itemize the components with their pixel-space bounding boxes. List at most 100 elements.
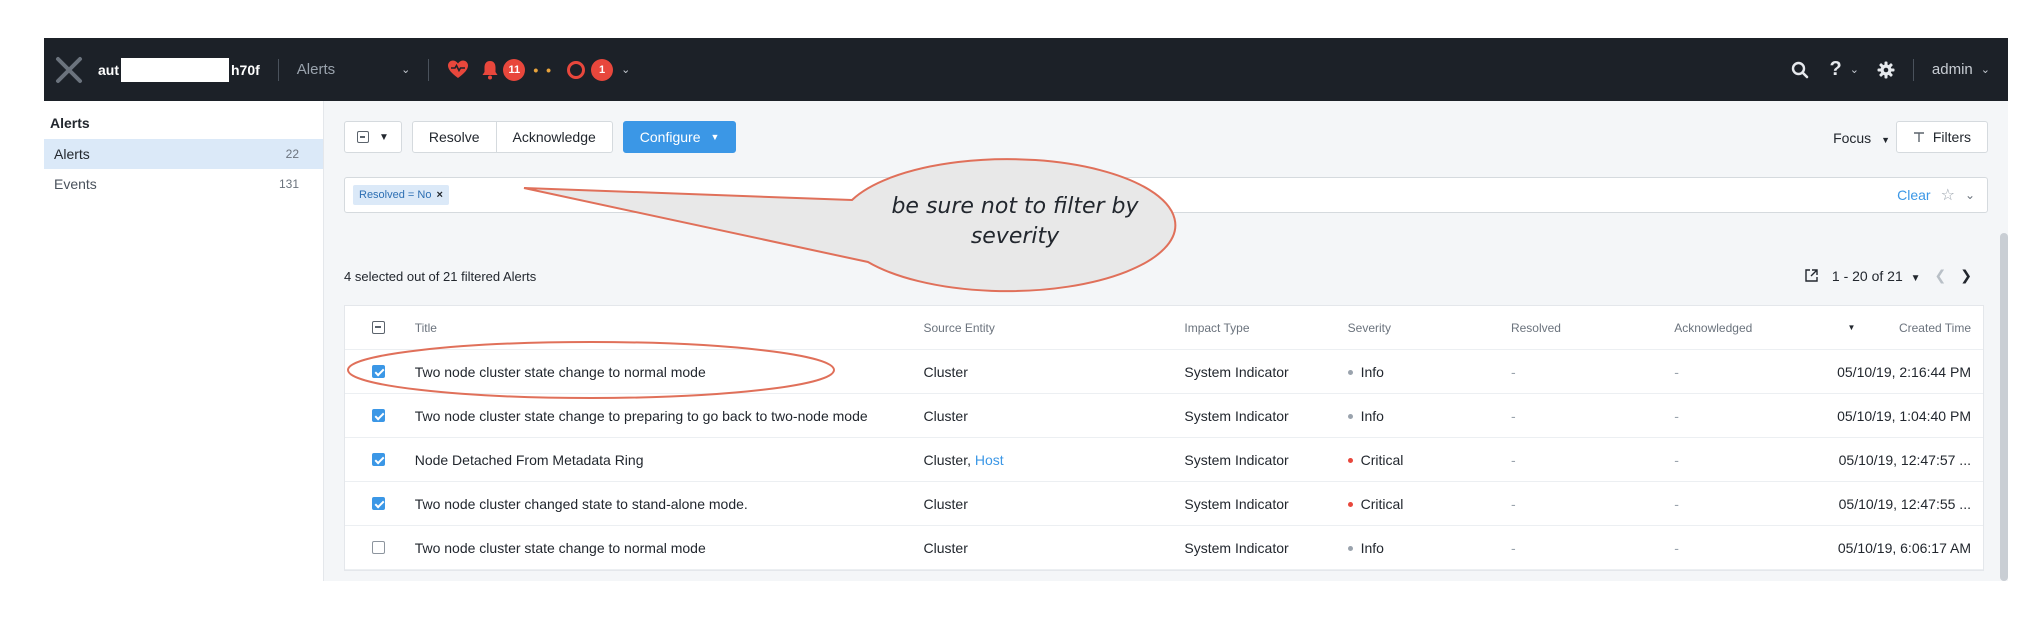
clear-link[interactable]: Clear: [1897, 187, 1930, 203]
cluster-name[interactable]: aut h70f: [98, 57, 260, 82]
focus-label: Focus: [1833, 130, 1872, 146]
sidebar-item-events[interactable]: Events 131: [44, 169, 323, 199]
page-range-dropdown[interactable]: 1 - 20 of 21 ▼: [1832, 268, 1921, 284]
column-header-impact[interactable]: Impact Type: [1180, 321, 1343, 335]
table-row[interactable]: Two node cluster changed state to stand-…: [345, 482, 1983, 526]
health-heart-icon[interactable]: [447, 59, 469, 81]
section-dropdown[interactable]: Alerts ⌄: [297, 61, 411, 78]
chevron-down-icon[interactable]: ⌄: [1965, 188, 1975, 202]
cell-source: Cluster: [916, 496, 1181, 512]
bulk-select-dropdown[interactable]: ▼: [344, 121, 402, 153]
star-icon[interactable]: ☆: [1941, 185, 1955, 205]
table-row[interactable]: Two node cluster state change to normal …: [345, 526, 1983, 570]
cell-title[interactable]: Two node cluster state change to normal …: [413, 364, 916, 380]
severity-label: Critical: [1360, 495, 1404, 512]
cell-created: 05/10/19, 1:04:40 PM: [1837, 407, 1971, 424]
sidebar-item-alerts[interactable]: Alerts 22: [44, 139, 323, 169]
export-icon[interactable]: [1805, 269, 1818, 282]
gear-icon[interactable]: [1877, 61, 1895, 79]
more-dots-icon[interactable]: • •: [533, 62, 553, 78]
cell-impact: System Indicator: [1184, 451, 1289, 468]
focus-dropdown[interactable]: Focus ▼: [1833, 130, 1890, 146]
cell-resolved: -: [1510, 363, 1516, 380]
row-checkbox[interactable]: [372, 497, 386, 510]
table-row[interactable]: Two node cluster state change to normal …: [345, 350, 1983, 394]
cell-created: 05/10/19, 6:06:17 AM: [1837, 539, 1971, 556]
column-header-source[interactable]: Source Entity: [916, 321, 1181, 335]
cell-severity: Info: [1344, 408, 1507, 424]
row-checkbox[interactable]: [372, 365, 386, 378]
cell-acknowledged: -: [1674, 495, 1679, 512]
cell-title[interactable]: Node Detached From Metadata Ring: [413, 452, 916, 468]
cell-source: Cluster: [916, 540, 1181, 556]
column-header-severity[interactable]: Severity: [1344, 321, 1507, 335]
cell-resolved: -: [1510, 407, 1516, 424]
cell-acknowledged: -: [1674, 363, 1679, 380]
table-header: Title Source Entity Impact Type Severity…: [345, 306, 1983, 350]
nav-divider: [1912, 58, 1914, 81]
search-actions: Clear ☆ ⌄: [1897, 185, 1975, 205]
sort-desc-icon: ▼: [1847, 323, 1856, 332]
search-icon[interactable]: [1791, 61, 1809, 79]
next-page-icon[interactable]: ❯: [1960, 267, 1972, 284]
table-row[interactable]: Node Detached From Metadata Ring Cluster…: [345, 438, 1983, 482]
row-checkbox-cell[interactable]: [345, 497, 413, 510]
column-header-acknowledged[interactable]: Acknowledged: [1670, 321, 1833, 335]
column-header-title[interactable]: Title: [413, 321, 916, 335]
column-header-resolved[interactable]: Resolved: [1507, 321, 1670, 335]
cell-title[interactable]: Two node cluster state change to normal …: [413, 540, 916, 556]
vertical-scrollbar[interactable]: [2000, 233, 2008, 581]
selection-summary: 4 selected out of 21 filtered Alerts: [344, 269, 537, 284]
row-checkbox-cell[interactable]: [345, 365, 413, 378]
filters-button[interactable]: Filters: [1895, 121, 1988, 153]
cell-acknowledged: -: [1674, 407, 1679, 424]
sidebar: Alerts Alerts 22 Events 131: [44, 101, 324, 581]
bell-icon[interactable]: [481, 60, 499, 80]
row-checkbox-cell[interactable]: [345, 409, 413, 422]
critical-count-badge[interactable]: 1: [591, 58, 614, 81]
prev-page-icon[interactable]: ❮: [1935, 267, 1947, 284]
cell-title[interactable]: Two node cluster changed state to stand-…: [413, 496, 916, 512]
source-entity: Cluster: [923, 495, 968, 512]
cell-resolved: -: [1510, 495, 1516, 512]
chevron-down-icon: ⌄: [1980, 64, 1990, 76]
configure-button[interactable]: Configure ▼: [622, 121, 737, 153]
cell-severity: Critical: [1344, 452, 1507, 468]
chevron-down-icon: ⌄: [401, 64, 411, 76]
critical-ring-icon[interactable]: [567, 60, 586, 79]
help-icon[interactable]: ?: [1829, 58, 1841, 81]
row-checkbox[interactable]: [372, 453, 386, 466]
severity-label: Info: [1360, 539, 1384, 556]
chevron-down-icon[interactable]: ⌄: [621, 63, 630, 76]
alert-count-badge[interactable]: 11: [503, 58, 526, 81]
resolve-button[interactable]: Resolve: [411, 121, 497, 153]
action-button-group: Resolve Acknowledge: [411, 121, 613, 155]
row-checkbox-cell[interactable]: [345, 453, 413, 466]
severity-dot-icon: [1347, 414, 1353, 420]
select-all-checkbox-cell[interactable]: [345, 321, 413, 334]
acknowledge-button[interactable]: Acknowledge: [496, 121, 613, 153]
select-all-checkbox[interactable]: [372, 321, 386, 334]
nutanix-logo-icon[interactable]: [52, 53, 86, 87]
severity-label: Critical: [1360, 451, 1404, 468]
column-header-created[interactable]: ▼ Created Time: [1834, 321, 1983, 335]
top-nav-bar: aut h70f Alerts ⌄ 11 • • 1 ⌄ ? ⌄ admin ⌄: [44, 38, 2008, 101]
table-row[interactable]: Two node cluster state change to prepari…: [345, 394, 1983, 438]
cell-source: Cluster, Host: [916, 452, 1181, 468]
filter-chip-resolved[interactable]: Resolved = No ×: [353, 185, 449, 205]
chevron-down-icon: ▼: [1910, 272, 1921, 284]
cell-created: 05/10/19, 12:47:57 ...: [1838, 451, 1971, 468]
cell-acknowledged: -: [1674, 539, 1679, 556]
severity-dot-icon: [1347, 546, 1353, 552]
cell-resolved: -: [1510, 451, 1516, 468]
source-entity-link[interactable]: Host: [975, 452, 1004, 468]
cell-created: 05/10/19, 2:16:44 PM: [1837, 363, 1971, 380]
chevron-down-icon[interactable]: ⌄: [1850, 63, 1859, 76]
row-checkbox-cell[interactable]: [345, 541, 413, 554]
cell-title[interactable]: Two node cluster state change to prepari…: [413, 408, 916, 424]
row-checkbox[interactable]: [372, 409, 386, 422]
row-checkbox[interactable]: [372, 541, 386, 554]
remove-chip-icon[interactable]: ×: [436, 189, 442, 201]
user-menu[interactable]: admin ⌄: [1932, 61, 1990, 78]
pagination: 1 - 20 of 21 ▼ ❮ ❯: [1805, 267, 1972, 284]
